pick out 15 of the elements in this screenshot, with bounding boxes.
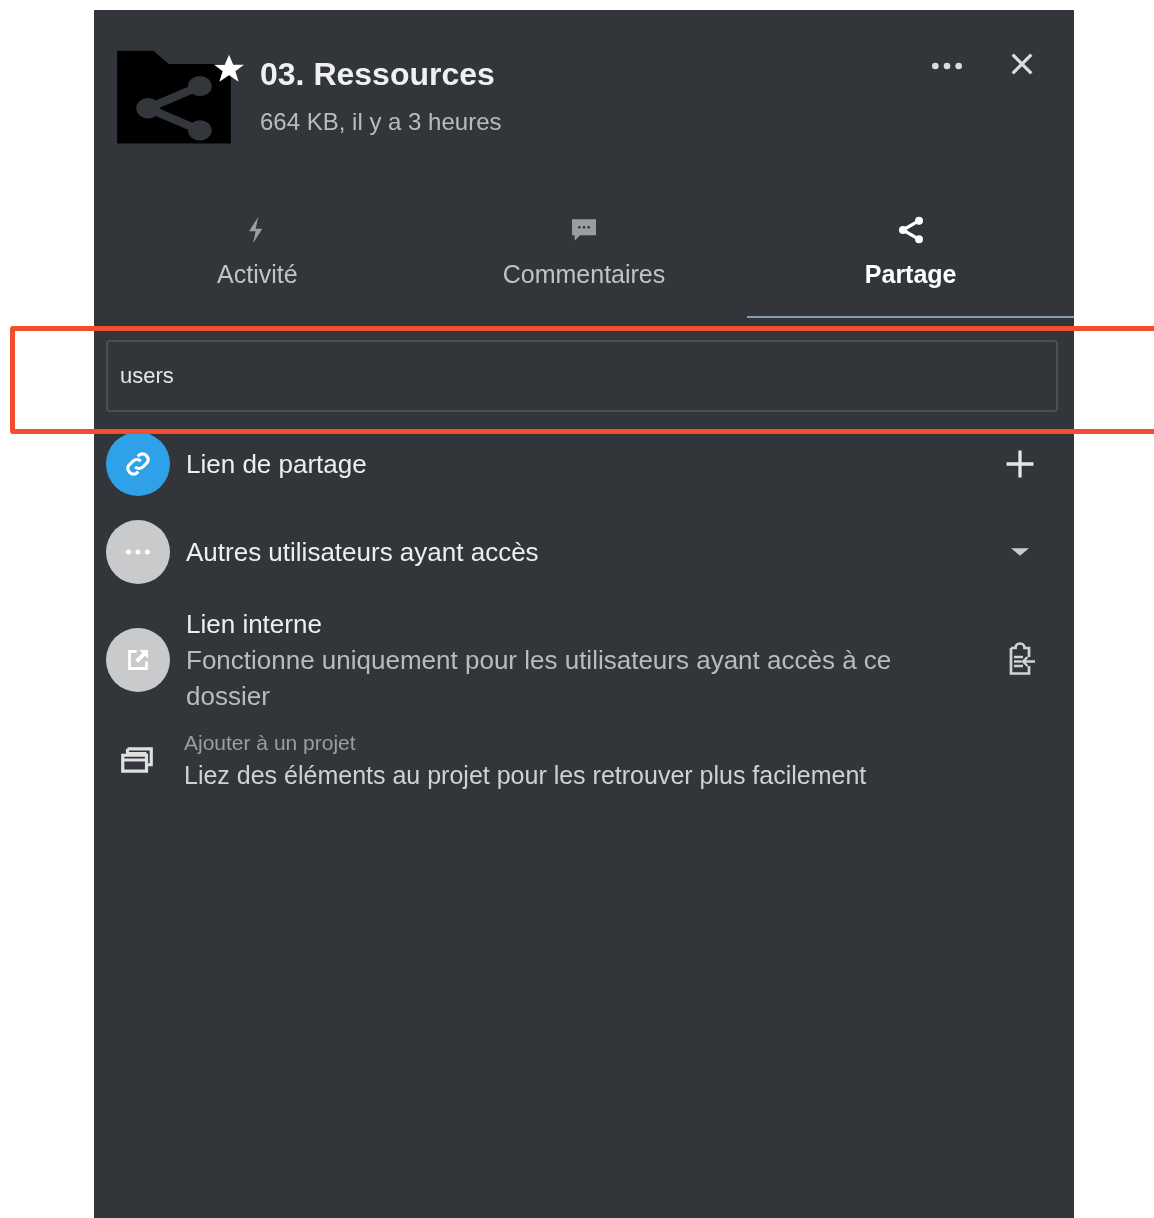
project-description: Liez des éléments au projet pour les retrouver plus facilement xyxy=(184,760,867,791)
more-icon xyxy=(126,549,150,555)
tab[interactable]: Partage xyxy=(747,200,1074,318)
tab[interactable]: Commentaires xyxy=(420,200,748,318)
entry-title: Lien interne xyxy=(186,608,323,641)
file-info: 664 KB, il y a 3 heures xyxy=(260,107,503,137)
entry-title: Autres utilisateurs ayant accès xyxy=(186,536,540,569)
caret-icon xyxy=(1011,548,1029,556)
entry-title: Lien de partage xyxy=(186,448,368,481)
file-title: 03. Ressources xyxy=(260,55,496,94)
search-field[interactable]: users xyxy=(106,340,1058,412)
project-label: Ajouter à un projet xyxy=(184,730,357,756)
tab[interactable]: Activité xyxy=(94,200,421,318)
more-icon xyxy=(932,62,962,70)
entry-description: Fonctionne uniquement pour les utilisateurs ayant accès à ce dossier xyxy=(186,644,893,713)
